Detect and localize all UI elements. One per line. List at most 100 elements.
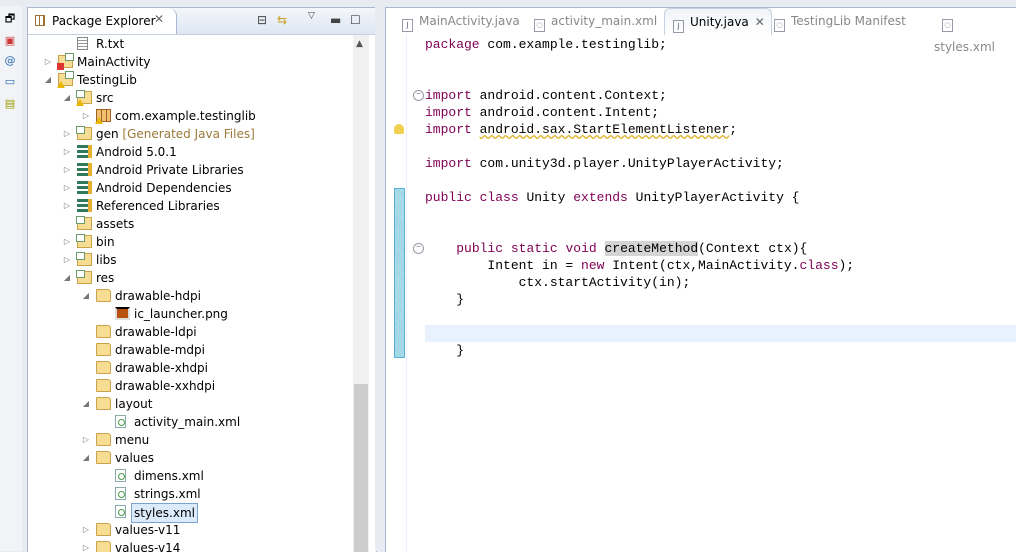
tree-item-label: Android 5.0.1: [96, 145, 177, 159]
code-line[interactable]: import android.content.Context;: [425, 87, 667, 104]
javadoc-icon[interactable]: ▣: [3, 34, 17, 48]
tree-item[interactable]: ▷ Android Private Libraries: [28, 161, 376, 179]
folder-icon: [96, 379, 111, 392]
fold-toggle-icon[interactable]: −: [413, 90, 424, 101]
maximize-icon[interactable]: ☐: [350, 13, 361, 27]
expanded-arrow-icon[interactable]: ◢: [81, 449, 91, 467]
tree-item[interactable]: drawable-xhdpi: [28, 359, 376, 377]
tree-item[interactable]: ◢ drawable-hdpi: [28, 287, 376, 305]
tree-item[interactable]: strings.xml: [28, 485, 376, 503]
tree-item[interactable]: drawable-xxhdpi: [28, 377, 376, 395]
code-line[interactable]: public class Unity extends UnityPlayerAc…: [425, 189, 800, 206]
tree-item[interactable]: ◢ TestingLib: [28, 71, 376, 89]
project-icon: [57, 53, 74, 70]
code-line[interactable]: import android.sax.StartElementListener;: [425, 121, 737, 138]
code-token: com.example.testinglib;: [479, 37, 667, 52]
tree-item[interactable]: ◢ values: [28, 449, 376, 467]
view-separator[interactable]: [375, 7, 385, 551]
editor-tab[interactable]: ◌ activity_main.xml: [526, 8, 657, 34]
java-editor[interactable]: J MainActivity.java ◌ activity_main.xml J Uni…: [385, 7, 1016, 552]
minimize-icon[interactable]: ▬: [330, 13, 341, 27]
code-line[interactable]: import com.unity3d.player.UnityPlayerAct…: [425, 155, 784, 172]
tree-item[interactable]: ▷ Referenced Libraries: [28, 197, 376, 215]
code-line[interactable]: }: [425, 291, 464, 308]
tree-item[interactable]: ▷ menu: [28, 431, 376, 449]
tree-item[interactable]: ▷ values-v11: [28, 521, 376, 539]
tree-item[interactable]: assets: [28, 215, 376, 233]
tree-item[interactable]: ▷ MainActivity: [28, 53, 376, 71]
project-tree: R.txt ▷ MainActivity ◢ TestingLib ◢ src ▷ com.ex…: [28, 35, 376, 552]
code-line[interactable]: }: [425, 342, 464, 359]
restore-icon[interactable]: 🗗: [3, 12, 17, 26]
vertical-scrollbar[interactable]: ▲: [353, 35, 369, 552]
editor-tab[interactable]: ◌styles.xml: [934, 8, 1016, 54]
fold-toggle-icon[interactable]: −: [413, 243, 424, 254]
tree-item[interactable]: ▷ gen [Generated Java Files]: [28, 125, 376, 143]
scrollbar-thumb[interactable]: [354, 384, 368, 552]
expanded-arrow-icon[interactable]: ◢: [43, 71, 53, 89]
folder-icon: [96, 541, 111, 552]
collapsed-arrow-icon[interactable]: ▷: [62, 143, 72, 161]
collapsed-arrow-icon[interactable]: ▷: [43, 53, 53, 71]
editor-tab[interactable]: J MainActivity.java: [394, 8, 520, 34]
expanded-arrow-icon[interactable]: ◢: [62, 89, 72, 107]
collapsed-arrow-icon[interactable]: ▷: [62, 251, 72, 269]
tree-item[interactable]: ▷ values-v14: [28, 539, 376, 552]
tree-item[interactable]: dimens.xml: [28, 467, 376, 485]
code-line[interactable]: [425, 325, 1016, 342]
code-line[interactable]: Intent in = new Intent(ctx,MainActivity.…: [425, 257, 854, 274]
expanded-arrow-icon[interactable]: ◢: [62, 269, 72, 287]
scroll-up-icon[interactable]: ▲: [356, 39, 363, 49]
editor-tab[interactable]: ◌ TestingLib Manifest: [766, 8, 906, 34]
collapsed-arrow-icon[interactable]: ▷: [81, 107, 91, 125]
console-icon[interactable]: ▭: [3, 75, 17, 89]
collapse-all-icon[interactable]: ⊟: [257, 13, 267, 27]
code-line[interactable]: public static void createMethod(Context …: [425, 240, 807, 257]
tree-item[interactable]: ▷ com.example.testinglib: [28, 107, 376, 125]
collapsed-arrow-icon[interactable]: ▷: [62, 161, 72, 179]
tree-item[interactable]: ◢ src: [28, 89, 376, 107]
quick-fix-warning-icon[interactable]: [394, 124, 404, 134]
code-line[interactable]: ctx.startActivity(in);: [425, 274, 691, 291]
close-icon[interactable]: ✕: [154, 12, 164, 26]
tree-item-label: ic_launcher.png: [134, 307, 228, 321]
android-device-icon[interactable]: ▤: [3, 97, 17, 111]
folder-icon: [96, 361, 111, 374]
tree-item[interactable]: ▷ Android 5.0.1: [28, 143, 376, 161]
collapsed-arrow-icon[interactable]: ▷: [62, 197, 72, 215]
tab-package-explorer[interactable]: Package Explorer ✕: [28, 8, 177, 34]
collapsed-arrow-icon[interactable]: ▷: [62, 179, 72, 197]
declaration-icon[interactable]: @: [3, 54, 17, 68]
tree-item-label: drawable-xxhdpi: [115, 379, 216, 393]
collapsed-arrow-icon[interactable]: ▷: [81, 431, 91, 449]
link-with-editor-icon[interactable]: ⇆: [277, 13, 287, 27]
collapsed-arrow-icon[interactable]: ▷: [81, 521, 91, 539]
tree-item[interactable]: ▷ bin: [28, 233, 376, 251]
srcfolder-icon: [76, 90, 92, 106]
tree-item[interactable]: drawable-mdpi: [28, 341, 376, 359]
view-menu-icon[interactable]: ▽: [308, 11, 315, 21]
tree-item[interactable]: ▷ libs: [28, 251, 376, 269]
tree-item[interactable]: styles.xml: [28, 503, 376, 523]
tree-item-label: res: [96, 271, 115, 285]
expanded-arrow-icon[interactable]: ◢: [81, 395, 91, 413]
expanded-arrow-icon[interactable]: ◢: [81, 287, 91, 305]
tree-item[interactable]: ◢ layout: [28, 395, 376, 413]
tree-item[interactable]: ▷ Android Dependencies: [28, 179, 376, 197]
close-tab-icon[interactable]: ✕: [755, 15, 765, 29]
collapsed-arrow-icon[interactable]: ▷: [62, 125, 72, 143]
tree-item-label: styles.xml: [131, 503, 198, 523]
code-line[interactable]: package com.example.testinglib;: [425, 36, 667, 53]
tree-item-label: MainActivity: [77, 55, 151, 69]
tree-item[interactable]: ◢ res: [28, 269, 376, 287]
tree-item[interactable]: drawable-ldpi: [28, 323, 376, 341]
tree-item[interactable]: activity_main.xml: [28, 413, 376, 431]
tree-item[interactable]: ic_launcher.png: [28, 305, 376, 323]
collapsed-arrow-icon[interactable]: ▷: [81, 539, 91, 552]
editor-tab[interactable]: J Unity.java ✕: [664, 8, 772, 35]
tree-item[interactable]: R.txt: [28, 35, 376, 53]
tree-item-label: dimens.xml: [134, 469, 204, 483]
code-line[interactable]: import android.content.Intent;: [425, 104, 659, 121]
collapsed-arrow-icon[interactable]: ▷: [62, 233, 72, 251]
code-area[interactable]: package com.example.testinglib; import an…: [386, 36, 1016, 552]
